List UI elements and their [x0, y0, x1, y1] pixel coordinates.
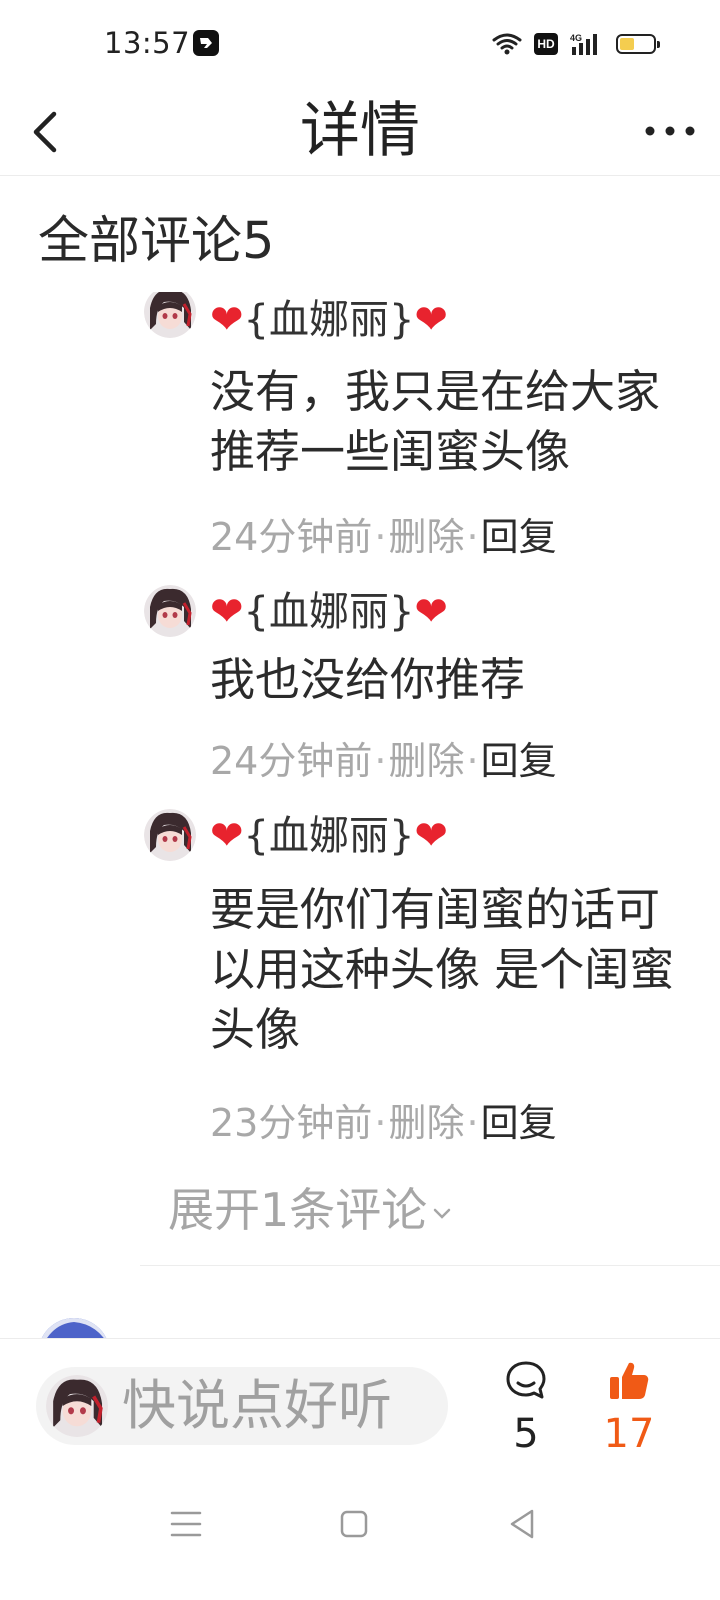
nav-bar: 详情 — [0, 88, 720, 176]
comment-input[interactable]: 快说点好听 — [36, 1367, 448, 1445]
avatar[interactable] — [144, 585, 196, 637]
status-bar: 13:57 HD 4G — [0, 0, 720, 88]
delete-button[interactable]: 删除 — [388, 739, 464, 783]
app-notification-icon — [193, 30, 219, 56]
reply-time: 24分钟前 — [210, 515, 373, 559]
heart-icon: ❤ — [210, 589, 244, 635]
delete-button[interactable]: 删除 — [388, 515, 464, 559]
reply-button[interactable]: 回复 — [481, 515, 557, 559]
reply-button[interactable]: 回复 — [481, 739, 557, 783]
heart-icon: ❤ — [414, 297, 448, 343]
expand-replies-label: 展开1条评论 — [168, 1183, 428, 1237]
reply-button[interactable]: 回复 — [481, 1101, 557, 1145]
delete-button[interactable]: 删除 — [388, 1101, 464, 1145]
back-nav-button[interactable] — [502, 1504, 542, 1544]
reply-time: 24分钟前 — [210, 739, 373, 783]
battery-icon — [616, 34, 660, 54]
page-title: 详情 — [300, 96, 420, 166]
network-label: 4G — [570, 33, 582, 43]
reply-meta: 23分钟前·删除·回复 — [210, 1101, 557, 1145]
more-dots-icon — [645, 126, 695, 136]
avatar[interactable] — [144, 809, 196, 861]
square-icon — [340, 1510, 368, 1538]
hd-badge: HD — [534, 33, 558, 55]
reply-author[interactable]: ❤{血娜丽}❤ — [210, 586, 448, 638]
battery-fill — [620, 38, 634, 50]
status-indicators: HD 4G — [492, 28, 660, 60]
bottom-comment-bar: 快说点好听 5 17 — [0, 1338, 720, 1472]
triangle-back-icon — [510, 1509, 534, 1539]
system-navigation-bar — [0, 1472, 720, 1600]
reply-author-name: {血娜丽} — [243, 297, 415, 343]
heart-icon: ❤ — [210, 813, 244, 859]
reply-time: 23分钟前 — [210, 1101, 373, 1145]
comment-button[interactable]: 5 — [496, 1357, 556, 1467]
comments-section-title: 全部评论5 — [38, 212, 275, 271]
chevron-down-icon — [434, 1208, 451, 1219]
home-button[interactable] — [334, 1504, 374, 1544]
divider — [140, 1265, 720, 1266]
thumbs-up-icon — [610, 1362, 649, 1399]
reply-author[interactable]: ❤{血娜丽}❤ — [210, 294, 448, 346]
status-time: 13:57 — [104, 26, 191, 60]
comment-input-placeholder: 快说点好听 — [122, 1374, 392, 1437]
reply-meta: 24分钟前·删除·回复 — [210, 515, 557, 559]
reply-text: 没有，我只是在给大家推荐一些闺蜜头像 — [210, 365, 661, 478]
wifi-icon — [492, 33, 522, 55]
comment-bubble-icon — [506, 1361, 546, 1399]
reply-meta: 24分钟前·删除·回复 — [210, 739, 557, 783]
expand-replies-button[interactable]: 展开1条评论 — [168, 1180, 453, 1240]
reply-text: 我也没给你推荐 — [210, 653, 526, 706]
menu-icon — [170, 1511, 202, 1537]
heart-icon: ❤ — [414, 589, 448, 635]
comment-count: 5 — [513, 1411, 539, 1457]
signal-icon: 4G — [570, 33, 597, 55]
avatar[interactable] — [144, 292, 196, 338]
avatar — [46, 1375, 108, 1437]
reply-author[interactable]: ❤{血娜丽}❤ — [210, 810, 448, 862]
reply-author-name: {血娜丽} — [243, 589, 415, 635]
more-button[interactable] — [640, 116, 700, 146]
reply-text: 要是你们有闺蜜的话可以用这种头像 是个闺蜜头像 — [210, 883, 675, 1056]
heart-icon: ❤ — [414, 813, 448, 859]
heart-icon: ❤ — [210, 297, 244, 343]
like-count: 17 — [603, 1411, 655, 1457]
menu-button[interactable] — [166, 1504, 206, 1544]
like-button[interactable]: 17 — [596, 1357, 662, 1467]
reply-author-name: {血娜丽} — [243, 813, 415, 859]
